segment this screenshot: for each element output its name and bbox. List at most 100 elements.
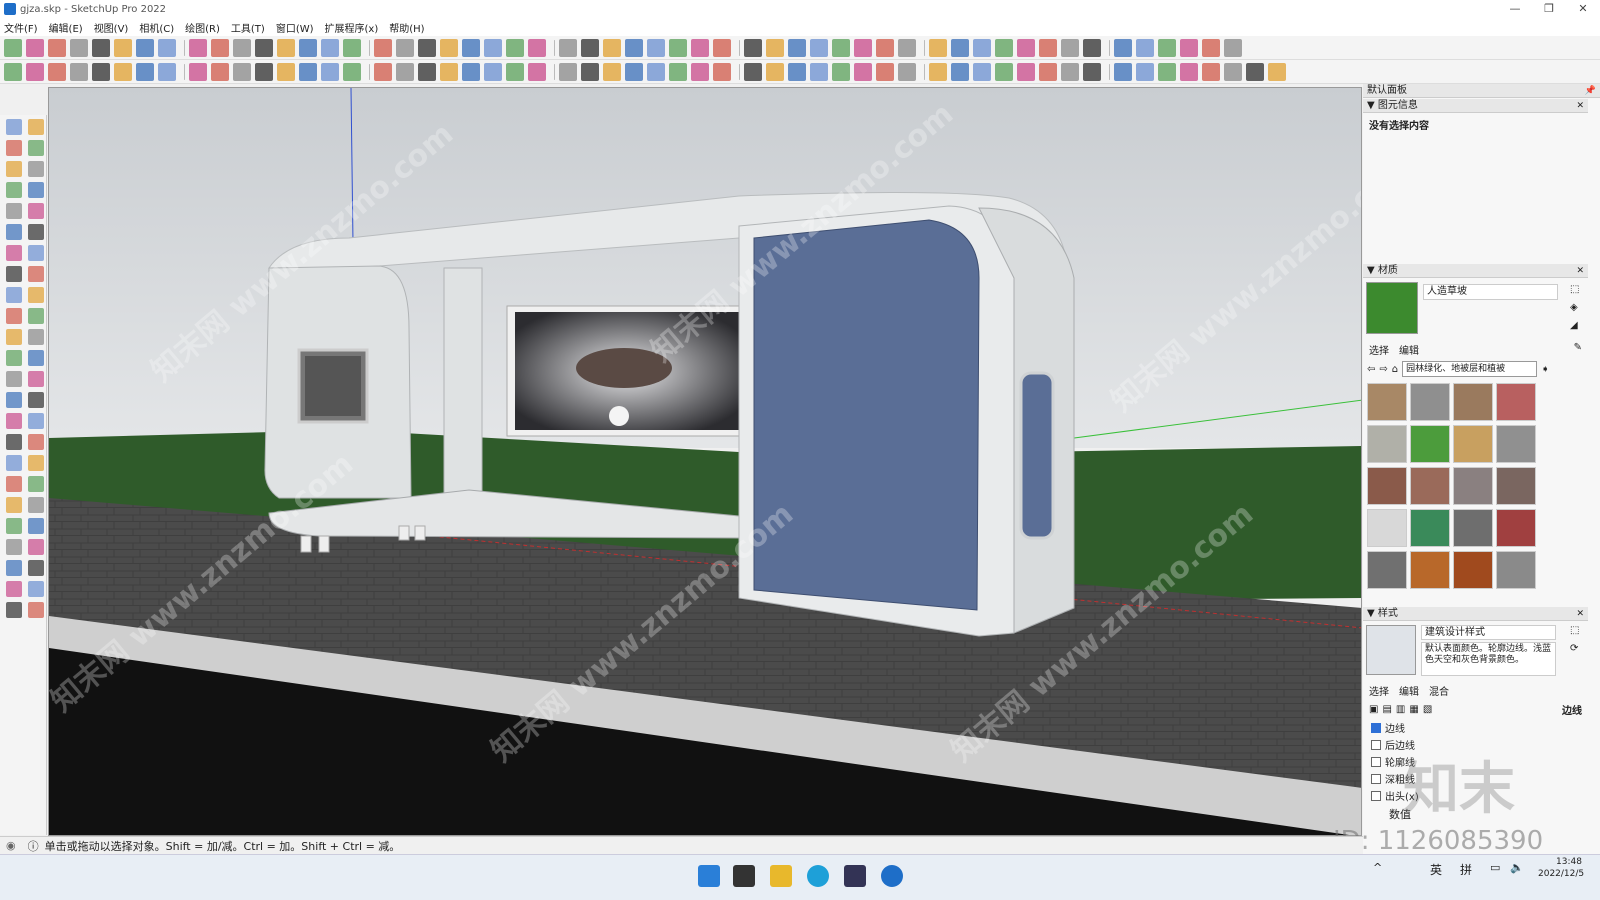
toolbar-tool-icon[interactable] [929,62,947,81]
toolbar-tool-icon[interactable] [233,62,251,81]
toolbar-tool-icon[interactable] [1224,62,1242,81]
toolbar-tool-icon[interactable] [1114,62,1132,81]
toolbar-tool-icon[interactable] [854,62,872,81]
checkbox[interactable] [1371,790,1381,801]
toolbar-tool-icon[interactable] [788,38,806,57]
toolbar-tool-icon[interactable] [810,62,828,81]
menu-extensions[interactable]: 扩展程序(x) [325,20,379,35]
toolbar-tool-icon[interactable] [136,38,154,57]
toolbar-tool-icon[interactable] [462,62,480,81]
toolbar-tool-icon[interactable] [484,62,502,81]
toolbar-tool-icon[interactable] [744,38,762,57]
tool-icon[interactable] [6,392,22,408]
toolbar-tool-icon[interactable] [321,62,339,81]
checkbox[interactable] [1371,739,1381,750]
toolbar-tool-icon[interactable] [995,62,1013,81]
toolbar-tool-icon[interactable] [1202,62,1220,81]
toolbar-tool-icon[interactable] [832,38,850,57]
toolbar-tool-icon[interactable] [1158,62,1176,81]
toolbar-tool-icon[interactable] [48,62,66,81]
material-swatch[interactable] [1410,509,1450,547]
toolbar-tool-icon[interactable] [1136,62,1154,81]
toolbar-tool-icon[interactable] [484,38,502,57]
toolbar-tool-icon[interactable] [48,38,66,57]
tool-icon[interactable] [6,203,22,219]
maximize-button[interactable]: ❐ [1532,0,1566,18]
tool-icon[interactable] [28,350,44,366]
info-icon[interactable]: ⓘ [28,838,39,854]
toolbar-tool-icon[interactable] [418,62,436,81]
toolbar-tool-icon[interactable] [766,62,784,81]
toolbar-tool-icon[interactable] [506,38,524,57]
entity-info-header[interactable]: ▼ 图元信息 ✕ [1363,99,1588,113]
toolbar-tool-icon[interactable] [158,38,176,57]
toolbar-tool-icon[interactable] [92,38,110,57]
tool-icon[interactable] [28,518,44,534]
toolbar-tool-icon[interactable] [26,38,44,57]
menu-file[interactable]: 文件(F) [4,20,38,35]
toolbar-tool-icon[interactable] [1061,62,1079,81]
toolbar-tool-icon[interactable] [374,62,392,81]
tool-icon[interactable] [28,560,44,576]
material-swatch[interactable] [1367,383,1407,421]
material-swatch[interactable] [1453,551,1493,589]
toolbar-tool-icon[interactable] [255,62,273,81]
tool-icon[interactable] [6,602,22,618]
volume-icon[interactable]: 🔈 [1510,861,1524,874]
toolbar-tool-icon[interactable] [876,62,894,81]
tool-icon[interactable] [28,455,44,471]
toolbar-tool-icon[interactable] [1083,38,1101,57]
toolbar-tool-icon[interactable] [321,38,339,57]
toolbar-tool-icon[interactable] [647,62,665,81]
tool-icon[interactable] [28,308,44,324]
tool-icon[interactable] [6,119,22,135]
toolbar-tool-icon[interactable] [1061,38,1079,57]
forward-arrow-icon[interactable]: ⇨ [1379,364,1387,375]
checkbox[interactable] [1371,722,1381,733]
toolbar-tool-icon[interactable] [462,38,480,57]
menu-view[interactable]: 视图(V) [94,20,129,35]
toolbar-tool-icon[interactable] [136,62,154,81]
checkbox[interactable] [1371,773,1381,784]
tab-styles-mix[interactable]: 混合 [1429,683,1449,698]
toolbar-tool-icon[interactable] [396,62,414,81]
clock-date[interactable]: 2022/12/5 [1538,869,1584,879]
tool-icon[interactable] [28,497,44,513]
toolbar-tool-icon[interactable] [669,62,687,81]
material-swatch[interactable] [1410,425,1450,463]
material-swatch[interactable] [1410,467,1450,505]
toolbar-tool-icon[interactable] [506,62,524,81]
toolbar-tool-icon[interactable] [211,62,229,81]
tool-icon[interactable] [28,182,44,198]
material-swatch[interactable] [1496,551,1536,589]
tool-icon[interactable] [28,371,44,387]
network-icon[interactable]: ▭ [1490,861,1500,874]
edge-option[interactable]: 边线 [1363,719,1588,736]
tool-icon[interactable] [28,413,44,429]
toolbar-tool-icon[interactable] [951,38,969,57]
toolbar-tool-icon[interactable] [973,62,991,81]
menu-draw[interactable]: 绘图(R) [185,20,220,35]
toolbar-tool-icon[interactable] [854,38,872,57]
tool-icon[interactable] [28,266,44,282]
toolbar-tool-icon[interactable] [1039,38,1057,57]
tool-icon[interactable] [28,581,44,597]
toolbar-tool-icon[interactable] [973,38,991,57]
menu-tools[interactable]: 工具(T) [231,20,265,35]
tool-icon[interactable] [28,287,44,303]
sketchup-taskbar-icon[interactable] [881,865,903,887]
toolbar-tool-icon[interactable] [374,38,392,57]
toolbar-tool-icon[interactable] [898,38,916,57]
tool-icon[interactable] [6,497,22,513]
toolbar-tool-icon[interactable] [625,62,643,81]
tab-styles-select[interactable]: 选择 [1369,683,1389,698]
pin-icon[interactable]: 📌 [1585,84,1596,98]
app-icon[interactable] [844,865,866,887]
tool-icon[interactable] [28,602,44,618]
create-material-icon[interactable]: ⬚ [1570,284,1579,295]
tool-icon[interactable] [6,518,22,534]
toolbar-tool-icon[interactable] [4,62,22,81]
tool-icon[interactable] [6,245,22,261]
tray-overflow-icon[interactable]: ^ [1373,861,1382,874]
toolbar-tool-icon[interactable] [691,62,709,81]
